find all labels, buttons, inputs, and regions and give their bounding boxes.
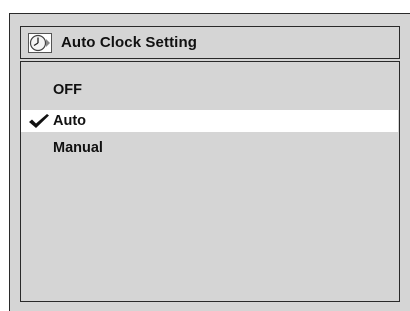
option-manual[interactable]: Manual xyxy=(21,137,398,159)
option-off[interactable]: OFF xyxy=(21,79,398,101)
clock-icon xyxy=(28,32,52,53)
option-label: Auto xyxy=(53,113,87,129)
options-panel: OFF Auto Manual xyxy=(20,61,400,302)
menu-title: Auto Clock Setting xyxy=(61,34,197,51)
checkmark-icon xyxy=(28,113,50,129)
osd-screen: Auto Clock Setting OFF Auto Manual xyxy=(9,13,410,311)
menu-header: Auto Clock Setting xyxy=(20,26,400,59)
option-label: OFF xyxy=(53,82,82,98)
option-label: Manual xyxy=(53,140,103,156)
option-auto[interactable]: Auto xyxy=(21,110,398,132)
